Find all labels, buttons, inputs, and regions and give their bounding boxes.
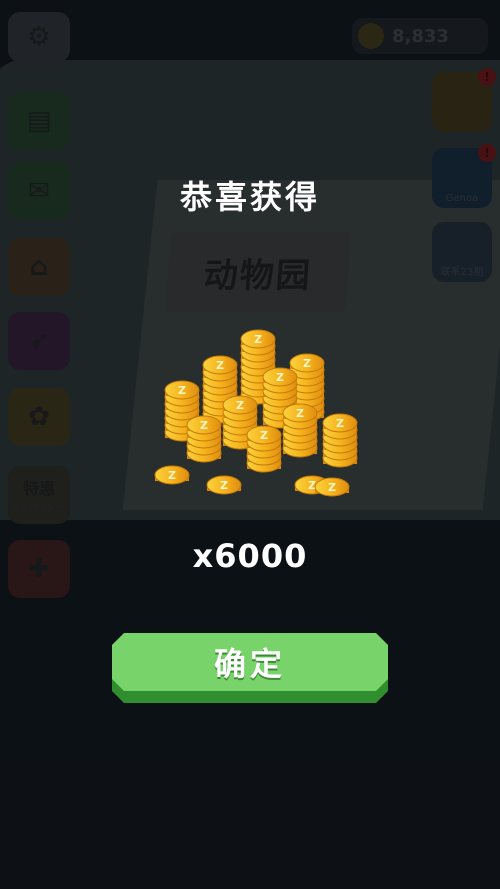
svg-text:Z: Z xyxy=(216,359,224,372)
reward-title: 恭喜获得 xyxy=(179,178,320,216)
svg-text:Z: Z xyxy=(336,417,344,430)
svg-text:Z: Z xyxy=(236,399,244,412)
svg-text:Z: Z xyxy=(303,357,311,370)
svg-text:Z: Z xyxy=(220,479,228,492)
svg-text:Z: Z xyxy=(168,469,176,482)
svg-text:Z: Z xyxy=(328,481,336,494)
svg-text:Z: Z xyxy=(276,371,284,384)
reward-amount: x6000 xyxy=(192,537,308,575)
svg-text:Z: Z xyxy=(254,333,262,346)
confirm-label: 确定 xyxy=(213,645,286,683)
coin-pile-image: ZZZZZZZZZZZZZZ xyxy=(145,305,365,500)
svg-text:Z: Z xyxy=(296,407,304,420)
svg-text:Z: Z xyxy=(260,429,268,442)
coin-stack-icon: ZZ ZZZZZZZZZZ Z Z xyxy=(154,329,358,497)
confirm-button[interactable]: 确定 xyxy=(112,633,388,705)
svg-text:Z: Z xyxy=(178,384,186,397)
svg-text:Z: Z xyxy=(200,419,208,432)
